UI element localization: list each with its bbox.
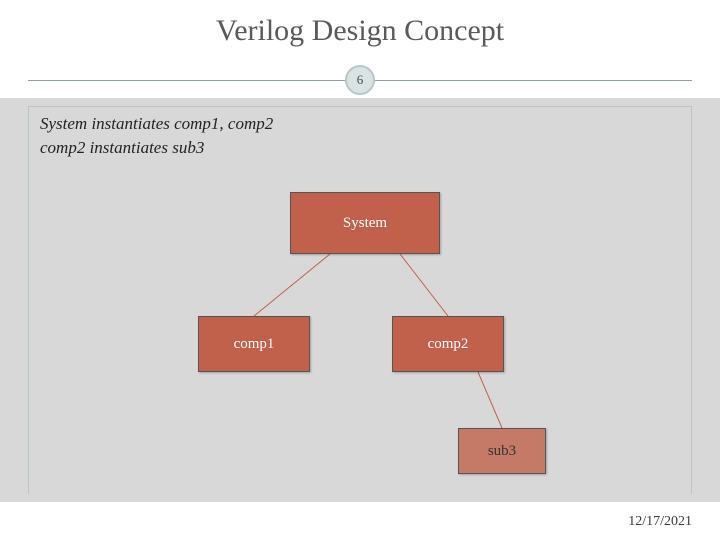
footer-date: 12/17/2021 bbox=[628, 514, 692, 530]
node-sub3: sub3 bbox=[458, 428, 546, 474]
description-text: System instantiates comp1, comp2 comp2 i… bbox=[40, 112, 273, 160]
page-number-badge: 6 bbox=[345, 65, 375, 95]
description-line2: comp2 instantiates sub3 bbox=[40, 136, 273, 160]
slide: Verilog Design Concept 6 System instanti… bbox=[0, 0, 720, 540]
description-line1: System instantiates comp1, comp2 bbox=[40, 112, 273, 136]
hierarchy-diagram: System comp1 comp2 sub3 bbox=[0, 180, 720, 480]
slide-title: Verilog Design Concept bbox=[0, 0, 720, 64]
title-rule-row: 6 bbox=[28, 64, 692, 96]
node-comp1: comp1 bbox=[198, 316, 310, 372]
node-system: System bbox=[290, 192, 440, 254]
node-comp2: comp2 bbox=[392, 316, 504, 372]
